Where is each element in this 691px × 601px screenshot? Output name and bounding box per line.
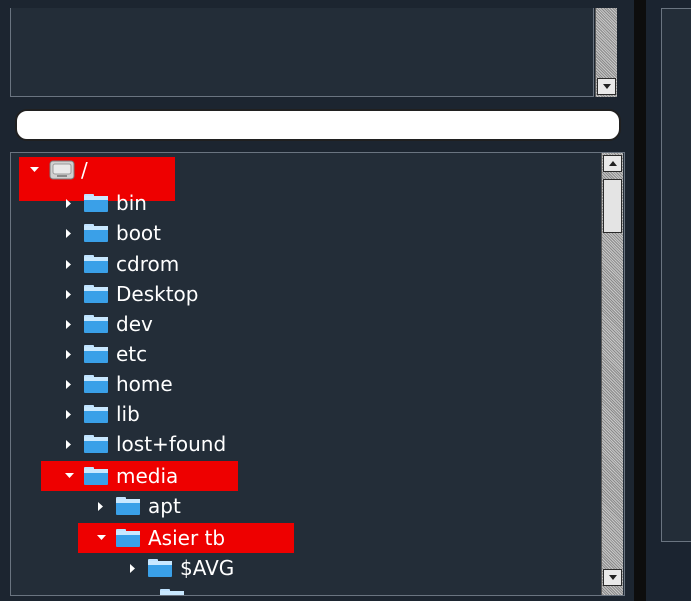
- folder-icon: [160, 589, 184, 595]
- folder-icon: [84, 435, 108, 453]
- expander-arrow-icon[interactable]: [64, 379, 74, 389]
- tree-row-apt[interactable]: apt: [96, 491, 181, 521]
- tree-row-label: lib: [116, 402, 140, 426]
- search-input[interactable]: [15, 109, 621, 141]
- tree-row-media[interactable]: media: [64, 461, 178, 491]
- folder-icon: [84, 375, 108, 393]
- folder-icon: [116, 497, 140, 515]
- drive-icon: [49, 160, 75, 180]
- folder-icon: [84, 255, 108, 273]
- folder-icon: [84, 224, 108, 242]
- scrollbar-thumb[interactable]: [603, 179, 622, 233]
- tree-row-label: bin: [116, 191, 147, 215]
- expander-arrow-icon[interactable]: [64, 198, 74, 208]
- folder-icon: [84, 285, 108, 303]
- tree-row-home[interactable]: home: [64, 369, 173, 399]
- tree-row-desktop[interactable]: Desktop: [64, 279, 198, 309]
- tree-row-label: Asier tb: [148, 526, 226, 550]
- expander-arrow-icon[interactable]: [64, 228, 74, 238]
- pane-divider[interactable]: [634, 0, 646, 601]
- tree-row-etc[interactable]: etc: [64, 339, 147, 369]
- top-panel: [10, 8, 617, 97]
- tree-row-partial[interactable]: [160, 583, 192, 595]
- tree-row-label: etc: [116, 342, 148, 366]
- tree-row-label: home: [116, 372, 173, 396]
- tree-row-label: lost+found: [116, 432, 227, 456]
- tree-row-boot[interactable]: boot: [64, 218, 161, 248]
- tree-row-asier-tb[interactable]: Asier tb: [96, 523, 225, 553]
- tree-scrollbar[interactable]: [601, 153, 623, 595]
- tree-row-label: cdrom: [116, 252, 180, 276]
- folder-icon: [84, 405, 108, 423]
- folder-icon: [84, 345, 108, 363]
- tree-row-label: boot: [116, 221, 162, 245]
- tree-row-cdrom[interactable]: cdrom: [64, 249, 179, 279]
- tree-row-avg[interactable]: $AVG: [128, 553, 234, 583]
- expander-arrow-icon[interactable]: [64, 289, 74, 299]
- expander-arrow-icon[interactable]: [64, 319, 74, 329]
- expander-arrow-icon[interactable]: [96, 501, 106, 511]
- tree-row-bin[interactable]: bin: [64, 188, 147, 218]
- expander-arrow-icon[interactable]: [64, 409, 74, 419]
- file-tree: / bin boot cdrom Desktop dev etc home li…: [10, 152, 625, 596]
- right-panel: [661, 8, 691, 542]
- tree-row-label: media: [116, 464, 179, 488]
- folder-icon: [116, 529, 140, 547]
- scroll-down-icon[interactable]: [603, 569, 622, 586]
- tree-row-label: /: [81, 158, 88, 182]
- scroll-down-icon[interactable]: [597, 78, 616, 95]
- tree-row-root[interactable]: /: [29, 155, 88, 185]
- expander-arrow-icon[interactable]: [64, 349, 74, 359]
- expander-arrow-icon[interactable]: [64, 439, 74, 449]
- tree-row-label: Desktop: [116, 282, 199, 306]
- scroll-up-icon[interactable]: [603, 155, 622, 172]
- expander-arrow-icon[interactable]: [64, 259, 74, 269]
- folder-icon: [148, 559, 172, 577]
- folder-icon: [84, 467, 108, 485]
- tree-row-label: dev: [116, 312, 153, 336]
- expander-arrow-icon[interactable]: [96, 533, 106, 543]
- tree-row-label: apt: [148, 494, 181, 518]
- tree-row-lib[interactable]: lib: [64, 399, 140, 429]
- tree-row-dev[interactable]: dev: [64, 309, 153, 339]
- folder-icon: [84, 194, 108, 212]
- top-panel-scrollbar[interactable]: [595, 8, 617, 97]
- folder-icon: [84, 315, 108, 333]
- expander-arrow-icon[interactable]: [29, 165, 39, 175]
- expander-arrow-icon[interactable]: [128, 563, 138, 573]
- tree-row-label: $AVG: [180, 556, 235, 580]
- tree-row-lost-found[interactable]: lost+found: [64, 429, 226, 459]
- expander-arrow-icon[interactable]: [64, 471, 74, 481]
